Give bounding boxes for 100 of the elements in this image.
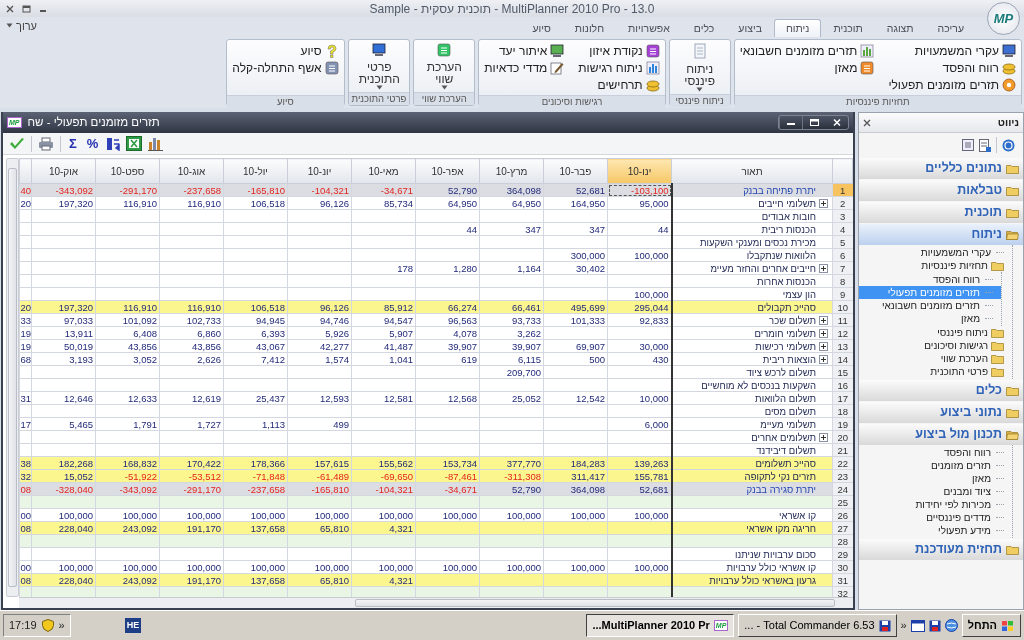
section-header[interactable]: תכנון מול ביצוע <box>859 424 1023 445</box>
ribbon-button[interactable]: אשף התחלה-קלה <box>232 59 339 76</box>
ribbon-button[interactable]: איתור יעד <box>484 42 565 59</box>
tree-item[interactable]: תחזיות פיננסיות <box>859 259 1012 272</box>
chart-icon[interactable] <box>148 136 164 151</box>
ribbon-button[interactable]: תזרים מזומנים חשבונאי <box>739 42 875 59</box>
ribbon-tab[interactable]: חלונות <box>562 19 617 37</box>
taskbar-button[interactable]: Total Commander 6.53 - ... <box>738 614 897 637</box>
ribbon-button[interactable]: רווח והפסד <box>888 59 1016 76</box>
language-indicator[interactable]: HE <box>124 617 142 634</box>
column-header[interactable]: אפר-10 <box>415 158 480 184</box>
row-number[interactable]: 6 <box>832 248 853 262</box>
ribbon-button[interactable]: מדדי כדאיות <box>484 59 565 76</box>
ribbon-tab[interactable]: סיוע <box>520 19 563 37</box>
ribbon-tab[interactable]: תצוגה <box>874 19 926 37</box>
shield-icon[interactable] <box>41 619 54 632</box>
expand-icon[interactable] <box>819 315 828 325</box>
window-icon[interactable] <box>910 619 925 632</box>
section-header[interactable]: נתוני ביצוע <box>859 402 1023 423</box>
ribbon-button[interactable]: נקודת איזון <box>578 42 660 59</box>
column-header[interactable]: תאור <box>671 158 833 184</box>
start-button[interactable]: התחל <box>961 614 1021 637</box>
column-header[interactable]: מרץ-10 <box>479 158 544 184</box>
section-header[interactable]: כלים <box>859 380 1023 401</box>
horizontal-scrollbar[interactable] <box>19 597 853 608</box>
toolbar-button[interactable]: Σ <box>67 136 79 151</box>
row-number[interactable]: 30 <box>832 560 853 574</box>
tree-item[interactable]: הערכת שווי <box>859 352 1012 365</box>
row-number[interactable]: 22 <box>832 456 853 470</box>
column-header[interactable]: ינו-10 <box>607 158 672 184</box>
section-header[interactable]: נתונים כלליים <box>859 158 1023 179</box>
tree-item[interactable]: תזרים מזומנים <box>859 459 1012 472</box>
ribbon-button[interactable]: תרחישים <box>578 76 660 93</box>
row-number[interactable]: 28 <box>832 534 853 548</box>
expand-icon[interactable] <box>819 263 828 273</box>
globe-icon[interactable] <box>944 619 958 632</box>
tree-item[interactable]: רגישות וסיכונים <box>859 339 1012 352</box>
printer-icon[interactable] <box>38 136 54 151</box>
ribbon-tab[interactable]: ניתוח <box>773 19 822 37</box>
row-number[interactable]: 12 <box>832 326 853 340</box>
column-header[interactable]: אוג-10 <box>159 158 224 184</box>
expand-toolbar-button[interactable]: « <box>900 617 907 634</box>
expand-icon[interactable] <box>819 198 828 208</box>
row-number[interactable]: 2 <box>832 196 853 210</box>
ribbon-tab[interactable]: אפשרויות <box>616 19 682 37</box>
tree-item[interactable]: תזרים מזומנים חשבונאי <box>859 299 1001 312</box>
ribbon-button[interactable]: הערכת שווי <box>419 42 470 90</box>
section-header[interactable]: תוכנית <box>859 202 1023 223</box>
section-header[interactable]: טבלאות <box>859 180 1023 201</box>
ribbon-button[interactable]: תזרים מזומנים תפעולי <box>888 76 1016 93</box>
tree-item[interactable]: מאזן <box>859 312 1001 325</box>
tree-item[interactable]: מכירות לפי יחידות <box>859 498 1012 511</box>
checkmark-icon[interactable] <box>9 136 25 151</box>
expand-icon[interactable] <box>819 328 828 338</box>
document-icon[interactable] <box>979 138 991 152</box>
edit-menu[interactable]: ערוך <box>0 17 43 37</box>
maximize-icon[interactable] <box>22 4 31 13</box>
row-number[interactable]: 24 <box>832 482 853 496</box>
toolbar-button[interactable]: % <box>84 136 101 151</box>
tree-item[interactable]: ניתוח פיננסי <box>859 326 1012 339</box>
section-header[interactable]: תחזית מעודכנת <box>859 539 1023 560</box>
tree-item[interactable]: מדדים פיננסיים <box>859 511 1012 524</box>
expand-tray-button[interactable]: » <box>58 617 65 634</box>
expand-icon[interactable] <box>819 432 828 442</box>
tree-item[interactable]: ציוד ומבנים <box>859 485 1012 498</box>
close-icon[interactable] <box>6 4 14 13</box>
ribbon-button[interactable]: ניתוח פיננסי <box>674 42 725 92</box>
vertical-scrollbar[interactable] <box>6 158 19 597</box>
column-header[interactable]: אוק-10 <box>31 158 96 184</box>
ribbon-tab[interactable]: תוכנית <box>821 19 875 37</box>
row-number[interactable]: 26 <box>832 508 853 522</box>
spreadsheet-icon[interactable] <box>126 136 143 151</box>
row-number[interactable]: 16 <box>832 378 853 392</box>
column-header[interactable]: פבר-10 <box>543 158 608 184</box>
section-header[interactable]: ניתוח <box>859 224 1023 245</box>
close-icon[interactable] <box>863 118 871 127</box>
column-header[interactable]: יול-10 <box>223 158 288 184</box>
expand-icon[interactable] <box>819 341 828 351</box>
tree-item[interactable]: מידע תפעולי <box>859 524 1012 537</box>
row-number[interactable]: 14 <box>832 352 853 366</box>
ribbon-button[interactable]: עקרי המשמעויות <box>888 42 1016 59</box>
row-number[interactable]: 4 <box>832 222 853 236</box>
row-number[interactable]: 18 <box>832 404 853 418</box>
expand-icon[interactable] <box>819 354 828 364</box>
tree-item[interactable]: פרטי התוכנית <box>859 365 1012 378</box>
column-header[interactable]: יונ-10 <box>287 158 352 184</box>
tree-item[interactable]: עקרי המשמעויות <box>859 246 1012 259</box>
ribbon-tab[interactable]: כלים <box>681 19 727 37</box>
tree-item[interactable]: רווח והפסד <box>859 273 1001 286</box>
ribbon-tab[interactable]: ביצוע <box>726 19 774 37</box>
ribbon-button[interactable]: פרטי התוכנית <box>354 42 405 90</box>
column-header[interactable]: ספט-10 <box>95 158 160 184</box>
ribbon-button[interactable]: מאזן <box>739 59 875 76</box>
row-number[interactable]: 10 <box>832 300 853 314</box>
row-number[interactable]: 20 <box>832 430 853 444</box>
ribbon-button[interactable]: ניתוח רגישות <box>578 59 660 76</box>
tree-item[interactable]: מאזן <box>859 472 1012 485</box>
row-number[interactable]: 8 <box>832 274 853 288</box>
column-header[interactable]: מאי-10 <box>351 158 416 184</box>
tree-item[interactable]: רווח והפסד <box>859 446 1012 459</box>
